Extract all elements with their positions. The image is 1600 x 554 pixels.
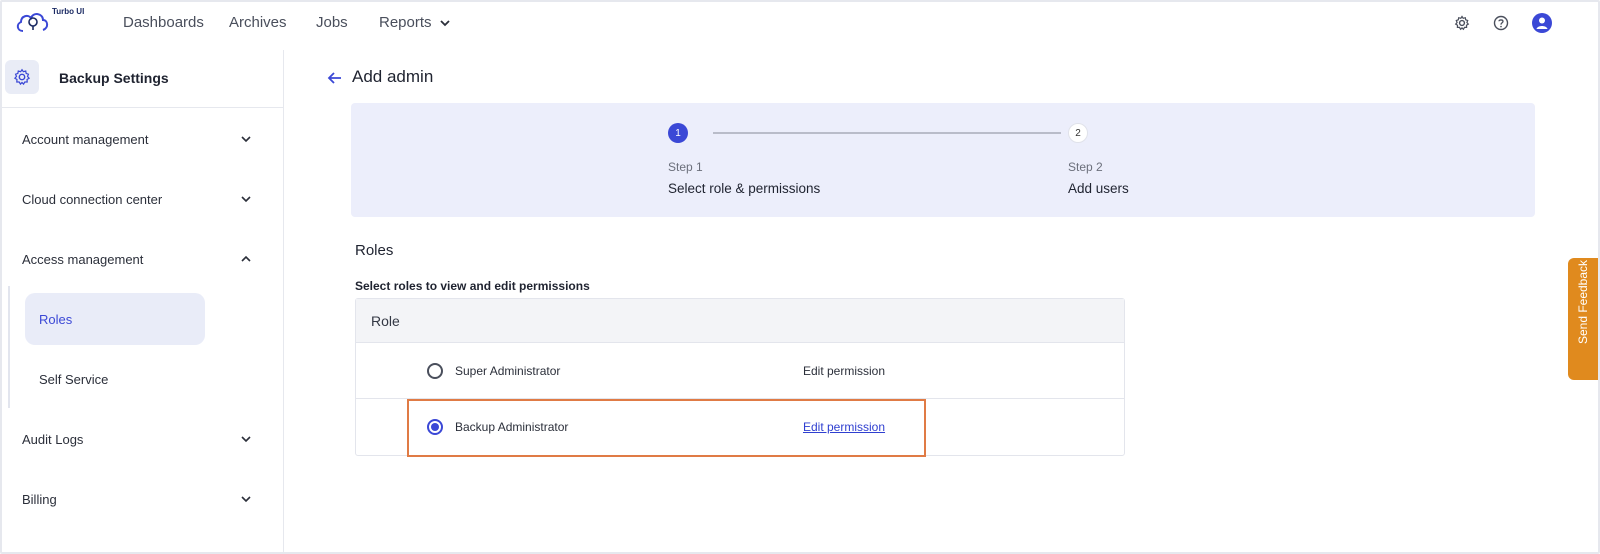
edit-permission-link[interactable]: Edit permission	[803, 420, 885, 434]
roles-section-title: Roles	[355, 242, 393, 259]
help-button[interactable]	[1490, 12, 1512, 34]
step-2-label: Step 2	[1068, 160, 1103, 174]
sidebar-item-label: Cloud connection center	[22, 192, 162, 207]
gear-icon	[1454, 15, 1470, 31]
sidebar-subitem-label: Self Service	[39, 372, 108, 387]
sidebar-item-cloud-connection-center[interactable]: Cloud connection center	[2, 180, 284, 220]
chevron-down-icon	[240, 493, 252, 505]
sidebar-subitem-self-service[interactable]: Self Service	[25, 353, 205, 405]
sidebar-item-label: Account management	[22, 132, 148, 147]
role-name: Backup Administrator	[455, 420, 568, 434]
role-radio-backup-administrator[interactable]	[427, 419, 443, 435]
edit-permission-link[interactable]: Edit permission	[803, 364, 885, 378]
sidebar-item-label: Access management	[22, 252, 143, 267]
sidebar-item-label: Audit Logs	[22, 432, 83, 447]
step-1-name: Select role & permissions	[668, 181, 820, 196]
page-title: Add admin	[352, 67, 433, 87]
roles-section-description: Select roles to view and edit permission…	[355, 279, 590, 293]
chevron-down-icon	[240, 133, 252, 145]
send-feedback-label: Send Feedback	[1576, 241, 1600, 363]
sidebar-item-account-management[interactable]: Account management	[2, 120, 284, 160]
nav-archives[interactable]: Archives	[229, 14, 287, 31]
stepper: 1 2 Step 1 Select role & permissions Ste…	[351, 103, 1535, 217]
send-feedback-button[interactable]: Send Feedback	[1568, 258, 1598, 380]
sidebar-header: Backup Settings	[2, 50, 284, 108]
chevron-up-icon	[240, 253, 252, 265]
nav-dashboards[interactable]: Dashboards	[123, 14, 204, 31]
sidebar-item-billing[interactable]: Billing	[2, 480, 284, 520]
sidebar-item-label: Billing	[22, 492, 57, 507]
step-1-indicator: 1	[668, 123, 688, 143]
nav-jobs[interactable]: Jobs	[316, 14, 348, 31]
table-row: Backup Administrator Edit permission	[356, 399, 1124, 455]
sidebar: Backup Settings Account management Cloud…	[2, 50, 284, 552]
submenu-rail	[8, 286, 10, 408]
role-name: Super Administrator	[455, 364, 560, 378]
sidebar-title: Backup Settings	[59, 70, 169, 86]
nav-reports[interactable]: Reports	[379, 14, 450, 31]
nav-reports-label: Reports	[379, 14, 432, 31]
sidebar-subitem-roles[interactable]: Roles	[25, 293, 205, 345]
table-row: Super Administrator Edit permission	[356, 343, 1124, 399]
gear-icon	[13, 68, 31, 86]
logo-text: Turbo UI	[52, 7, 84, 16]
step-connector	[713, 132, 1061, 134]
sidebar-item-audit-logs[interactable]: Audit Logs	[2, 420, 284, 460]
sidebar-subitem-label: Roles	[39, 312, 72, 327]
sidebar-item-access-management[interactable]: Access management	[2, 240, 284, 280]
table-header: Role	[356, 299, 1124, 343]
chevron-down-icon	[440, 19, 450, 27]
top-nav: Turbo UI Dashboards Archives Jobs Report…	[2, 2, 1598, 48]
user-menu-button[interactable]	[1531, 12, 1553, 34]
step-2-indicator: 2	[1068, 123, 1088, 143]
settings-button[interactable]	[1451, 12, 1473, 34]
sidebar-settings-button[interactable]	[5, 60, 39, 94]
help-icon	[1493, 15, 1509, 31]
chevron-down-icon	[240, 193, 252, 205]
chevron-down-icon	[240, 433, 252, 445]
roles-table: Role Super Administrator Edit permission…	[355, 298, 1125, 456]
step-2-name: Add users	[1068, 181, 1129, 196]
role-radio-super-administrator[interactable]	[427, 363, 443, 379]
cloud-logo-icon	[14, 7, 50, 37]
column-header-role: Role	[371, 313, 400, 329]
logo[interactable]: Turbo UI	[14, 5, 94, 41]
user-avatar-icon	[1532, 13, 1552, 33]
back-arrow-icon[interactable]	[327, 70, 343, 86]
step-1-label: Step 1	[668, 160, 703, 174]
